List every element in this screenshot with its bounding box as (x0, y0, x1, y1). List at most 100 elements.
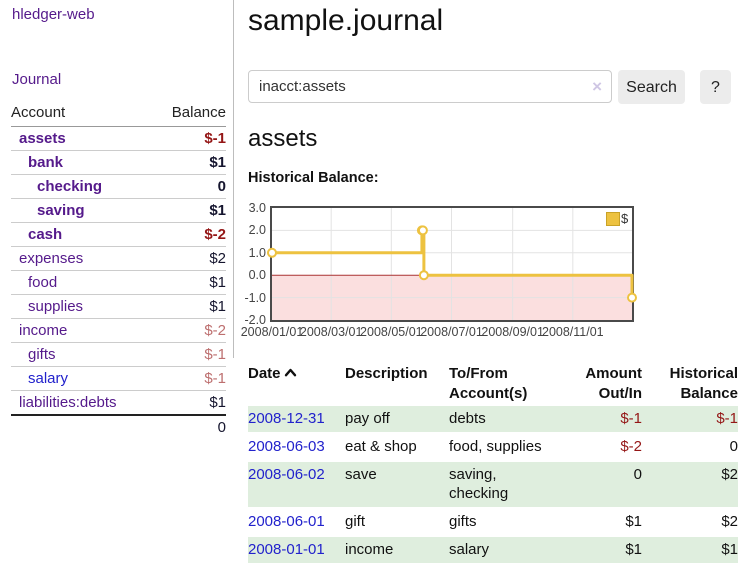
transactions-header-row: Date Description To/From Account(s) Amou… (248, 362, 738, 406)
transaction-amount: $1 (570, 508, 642, 536)
transaction-balance: 0 (642, 433, 738, 461)
main-content: sample.journal × Search ? assets Histori… (248, 0, 738, 582)
account-link[interactable]: saving (11, 202, 85, 219)
transaction-description: income (345, 536, 449, 564)
x-axis-tick-label: 2008/07/01 (420, 325, 483, 339)
account-link[interactable]: gifts (11, 346, 56, 363)
account-balance: $1 (153, 199, 226, 223)
transaction-balance: $2 (642, 508, 738, 536)
account-link[interactable]: liabilities:debts (11, 394, 117, 411)
transaction-date-link[interactable]: 2008-06-02 (248, 466, 325, 483)
account-link[interactable]: income (11, 322, 67, 339)
account-row: expenses $2 (11, 247, 226, 271)
transaction-description: pay off (345, 406, 449, 433)
account-row: gifts $-1 (11, 343, 226, 367)
transaction-date-link[interactable]: 2008-06-03 (248, 438, 325, 455)
transaction-row[interactable]: 2008-06-01giftgifts$1$2 (248, 508, 738, 536)
account-balance: 0 (153, 175, 226, 199)
accounts-total-row: 0 (11, 415, 226, 439)
x-axis-tick-label: 2008/05/01 (360, 325, 423, 339)
transaction-amount: 0 (570, 461, 642, 508)
accounts-column-header: To/From Account(s) (449, 362, 570, 406)
transaction-row[interactable]: 2008-06-03 eat & shopfood, supplies$-20 (248, 433, 738, 461)
x-axis-tick-label: 2008/03/01 (300, 325, 363, 339)
account-heading: assets (248, 125, 317, 153)
legend-label: $ (621, 211, 628, 226)
search-button[interactable]: Search (618, 70, 685, 104)
account-row: checking 0 (11, 175, 226, 199)
accounts-total-spacer (11, 415, 153, 439)
transaction-date-link[interactable]: 2008-06-01 (248, 513, 325, 530)
account-link[interactable]: supplies (11, 298, 83, 315)
page-title: sample.journal (248, 4, 443, 38)
transaction-accounts: debts (449, 406, 570, 433)
account-row: saving $1 (11, 199, 226, 223)
clear-search-icon[interactable]: × (592, 77, 602, 97)
x-axis-tick-label: 2008/09/01 (481, 325, 544, 339)
account-row: liabilities:debts $1 (11, 391, 226, 416)
search-input[interactable] (249, 71, 611, 102)
balance-column-header: Balance (153, 100, 226, 127)
account-balance: $1 (153, 271, 226, 295)
account-row: food $1 (11, 271, 226, 295)
account-balance: $-2 (153, 223, 226, 247)
transaction-amount: $-2 (570, 433, 642, 461)
account-link[interactable]: cash (11, 226, 62, 243)
account-link[interactable]: bank (11, 154, 63, 171)
sort-ascending-icon (284, 368, 297, 377)
transaction-date-link[interactable]: 2008-01-01 (248, 541, 325, 558)
amount-column-header: Amount Out/In (570, 362, 642, 406)
account-link[interactable]: assets (11, 130, 66, 147)
sidebar-item-journal[interactable]: Journal (12, 71, 61, 88)
legend-swatch (606, 212, 620, 226)
transaction-description: save (345, 461, 449, 508)
account-link[interactable]: expenses (11, 250, 83, 267)
accounts-table-body: assets$-1bank$1checking0saving$1cash$-2e… (11, 127, 226, 416)
y-axis-tick-label: 3.0 (230, 201, 266, 216)
chart-canvas (272, 208, 632, 320)
search-form: × Search ? (248, 70, 738, 104)
help-button[interactable]: ? (700, 70, 731, 104)
transaction-accounts: salary (449, 536, 570, 564)
chart-plot (270, 206, 634, 322)
account-row: income$-2 (11, 319, 226, 343)
transaction-balance: $2 (642, 461, 738, 508)
transaction-description: gift (345, 508, 449, 536)
transaction-date-link[interactable]: 2008-12-31 (248, 410, 325, 427)
transaction-row[interactable]: 2008-12-31pay offdebts$-1$-1 (248, 406, 738, 433)
accounts-total-balance: 0 (153, 415, 226, 439)
transaction-row[interactable]: 2008-01-01incomesalary$1$1 (248, 536, 738, 564)
account-row: cash $-2 (11, 223, 226, 247)
chart-heading: Historical Balance: (248, 170, 379, 186)
transactions-table-body: 2008-12-31pay offdebts$-1$-12008-06-03ea… (248, 406, 738, 564)
account-balance: $2 (153, 247, 226, 271)
account-balance: $1 (153, 391, 226, 416)
y-axis-tick-label: 2.0 (230, 223, 266, 238)
accounts-table: Account Balance assets$-1bank$1checking0… (11, 100, 226, 439)
x-axis-tick-label: 2008/01/01 (241, 325, 304, 339)
transaction-balance: $1 (642, 536, 738, 564)
account-balance: $1 (153, 151, 226, 175)
account-column-header: Account (11, 100, 153, 127)
account-balance: $-1 (153, 367, 226, 391)
accounts-table-header: Account Balance (11, 100, 226, 127)
transaction-description: eat & shop (345, 433, 449, 461)
transaction-accounts: food, supplies (449, 433, 570, 461)
account-link[interactable]: checking (11, 178, 102, 195)
balance-column-header-txn: Historical Balance (642, 362, 738, 406)
app-title-link[interactable]: hledger-web (12, 6, 95, 23)
transaction-balance: $-1 (642, 406, 738, 433)
account-balance: $-1 (153, 343, 226, 367)
transaction-amount: $1 (570, 536, 642, 564)
y-axis-tick-label: 1.0 (230, 246, 266, 261)
account-row: bank $1 (11, 151, 226, 175)
account-row: assets$-1 (11, 127, 226, 151)
sidebar: hledger-web Journal Account Balance asse… (0, 0, 233, 582)
transaction-accounts: saving, checking (449, 461, 570, 508)
y-axis-tick-label: -1.0 (230, 291, 266, 306)
transaction-row[interactable]: 2008-06-02 savesaving, checking0$2 (248, 461, 738, 508)
chart-legend: $ (606, 211, 628, 226)
account-link[interactable]: food (11, 274, 57, 291)
date-column-header[interactable]: Date (248, 362, 345, 406)
account-link[interactable]: salary (11, 370, 68, 387)
